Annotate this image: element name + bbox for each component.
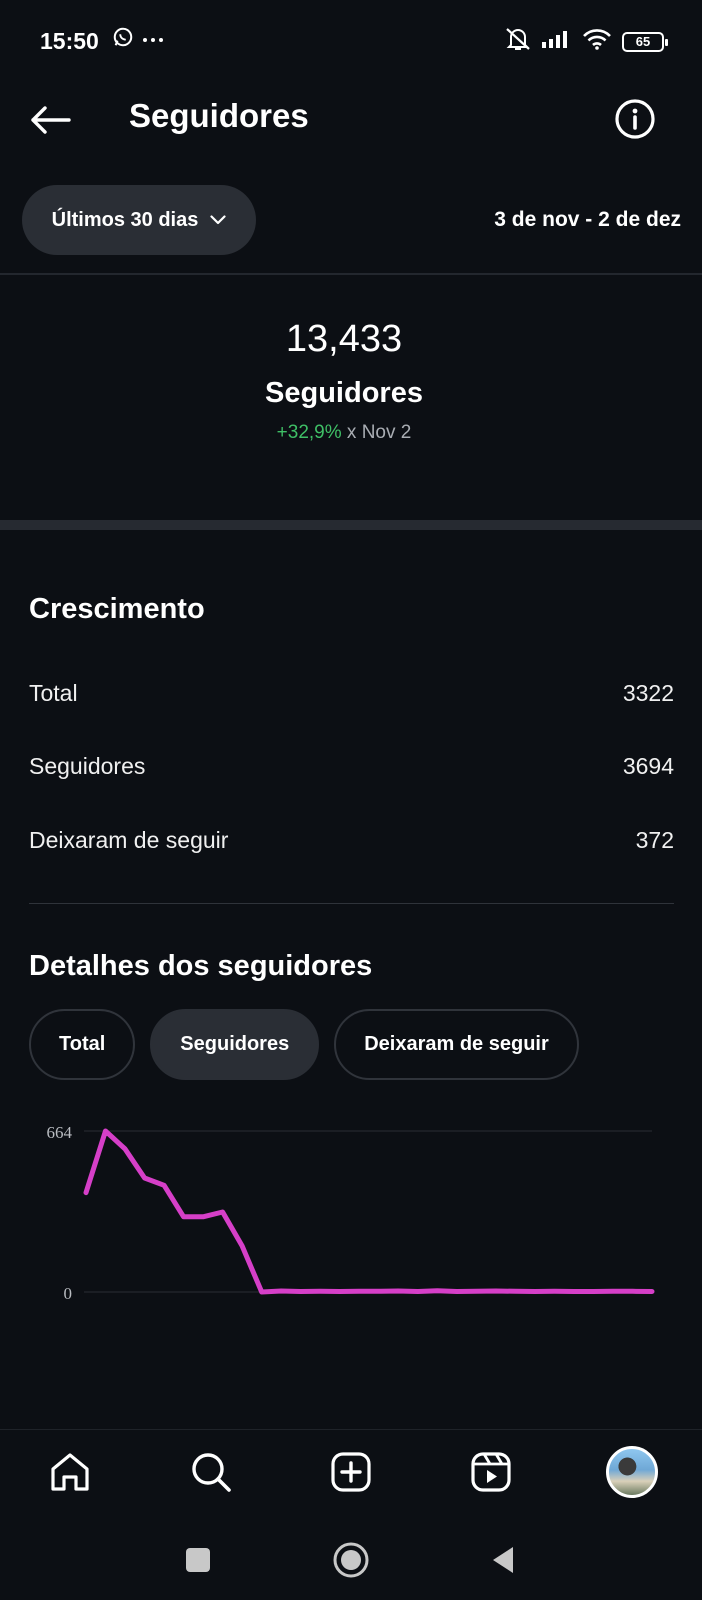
nav-profile[interactable] [604, 1444, 660, 1500]
details-title: Detalhes dos seguidores [29, 950, 373, 982]
divider [29, 903, 674, 904]
followers-line-chart: 664 0 [47, 1123, 655, 1303]
stat-value: 3694 [622, 753, 674, 779]
growth-row-followers: Seguidores 3694 [29, 753, 674, 780]
stat-value: 3322 [622, 680, 674, 706]
search-icon [192, 1453, 231, 1492]
system-navigation [0, 1530, 702, 1590]
series-line [83, 1128, 655, 1295]
create-icon [331, 1452, 371, 1492]
change-percent: +32,9% [276, 422, 342, 443]
date-range-text: 3 de nov - 2 de dez [494, 208, 681, 231]
nav-divider [0, 1429, 702, 1430]
growth-title: Crescimento [29, 593, 205, 625]
range-label: Últimos 30 dias [51, 208, 199, 231]
stat-value: 372 [635, 827, 674, 853]
bottom-nav [0, 1444, 702, 1514]
section-divider [0, 520, 702, 530]
y-tick-label: 0 [64, 1284, 73, 1303]
wifi-icon [582, 28, 612, 55]
stat-label: Seguidores [29, 753, 146, 779]
followers-change: +32,9% x Nov 2 [0, 422, 702, 444]
followers-summary: 13,433 Seguidores +32,9% x Nov 2 [0, 318, 702, 444]
y-tick-label: 664 [47, 1123, 73, 1142]
divider [0, 273, 702, 275]
home-icon [51, 1453, 89, 1491]
nav-home[interactable] [42, 1444, 98, 1500]
stat-label: Total [29, 680, 78, 706]
arrow-left-icon [31, 106, 71, 134]
recents-button[interactable] [168, 1530, 228, 1590]
tab-unfollowed[interactable]: Deixaram de seguir [334, 1009, 579, 1080]
circle-icon [333, 1542, 369, 1578]
whatsapp-icon [112, 26, 134, 53]
signal-icon [542, 29, 572, 54]
more-icon [142, 31, 164, 49]
back-button[interactable] [26, 96, 74, 144]
change-suffix: x Nov 2 [341, 422, 412, 443]
square-icon [186, 1548, 210, 1572]
date-range-dropdown[interactable]: Últimos 30 dias [22, 185, 256, 255]
details-tabs: Total Seguidores Deixaram de seguir [29, 1009, 579, 1080]
triangle-back-icon [493, 1547, 513, 1573]
nav-create[interactable] [323, 1444, 379, 1500]
tab-followers[interactable]: Seguidores [150, 1009, 320, 1080]
info-button[interactable] [612, 96, 658, 142]
status-time: 15:50 [40, 28, 99, 54]
growth-row-unfollowed: Deixaram de seguir 372 [29, 827, 674, 854]
battery-icon: 65 [622, 31, 668, 52]
page-title: Seguidores [129, 97, 309, 134]
tab-total[interactable]: Total [29, 1009, 136, 1080]
growth-row-total: Total 3322 [29, 680, 674, 707]
status-right-icons: 65 [504, 26, 668, 57]
chevron-down-icon [210, 215, 226, 225]
nav-search[interactable] [183, 1444, 239, 1500]
followers-label: Seguidores [265, 377, 423, 409]
info-icon [615, 99, 655, 139]
reels-icon [471, 1452, 511, 1492]
followers-count: 13,433 [285, 318, 403, 360]
stat-label: Deixaram de seguir [29, 827, 229, 853]
mute-bell-icon [504, 26, 532, 57]
status-left-icons [112, 26, 164, 53]
nav-reels[interactable] [463, 1444, 519, 1500]
profile-avatar [606, 1446, 658, 1498]
home-button[interactable] [321, 1530, 381, 1590]
back-nav-button[interactable] [473, 1530, 533, 1590]
